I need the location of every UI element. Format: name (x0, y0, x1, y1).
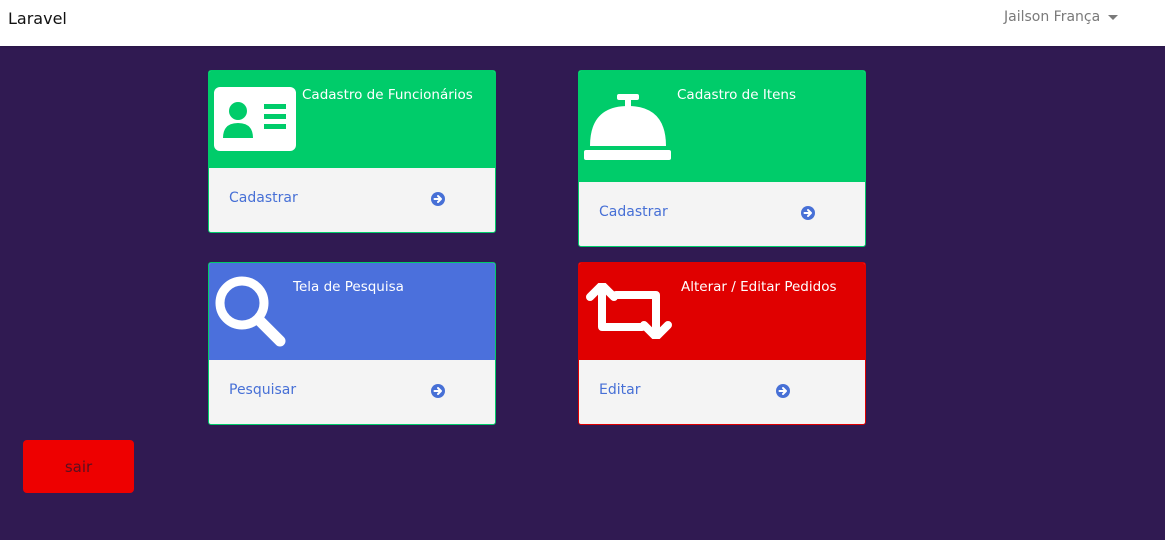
card-funcionarios: Cadastro de Funcionários Cadastrar (208, 70, 496, 233)
arrow-circle-right-icon (776, 384, 790, 398)
card-title: Tela de Pesquisa (293, 279, 404, 295)
card-title: Cadastro de Funcionários (302, 87, 473, 103)
id-card-icon (214, 87, 296, 151)
service-bell-icon (584, 94, 671, 160)
card-title: Cadastro de Itens (677, 87, 797, 103)
pesquisar-link[interactable]: Pesquisar (209, 360, 495, 422)
card-link-label: Pesquisar (229, 382, 297, 398)
brand-link[interactable]: Laravel (8, 9, 67, 28)
card-pedidos: Alterar / Editar Pedidos Editar (578, 262, 866, 425)
sair-button[interactable]: sair (23, 440, 134, 493)
arrow-circle-right-icon (431, 384, 445, 398)
card-title: Alterar / Editar Pedidos (681, 279, 837, 295)
card-header: Cadastro de Funcionários (209, 71, 495, 168)
card-header: Tela de Pesquisa (209, 263, 495, 360)
card-header: Cadastro de Itens (579, 71, 865, 182)
search-icon (215, 276, 286, 347)
retweet-icon (586, 283, 672, 339)
card-header: Alterar / Editar Pedidos (579, 263, 865, 360)
arrow-circle-right-icon (801, 206, 815, 220)
user-dropdown[interactable]: Jailson França (1004, 9, 1119, 25)
cadastrar-funcionarios-link[interactable]: Cadastrar (209, 168, 495, 230)
card-link-label: Editar (599, 382, 641, 398)
card-pesquisa: Tela de Pesquisa Pesquisar (208, 262, 496, 425)
editar-pedidos-link[interactable]: Editar (579, 360, 865, 422)
card-link-label: Cadastrar (229, 190, 298, 206)
arrow-circle-right-icon (431, 192, 445, 206)
user-name: Jailson França (1004, 9, 1101, 25)
cadastrar-itens-link[interactable]: Cadastrar (579, 182, 865, 244)
card-itens: Cadastro de Itens Cadastrar (578, 70, 866, 247)
navbar: Laravel Jailson França (0, 0, 1165, 46)
card-link-label: Cadastrar (599, 204, 668, 220)
caret-down-icon (1108, 14, 1119, 20)
